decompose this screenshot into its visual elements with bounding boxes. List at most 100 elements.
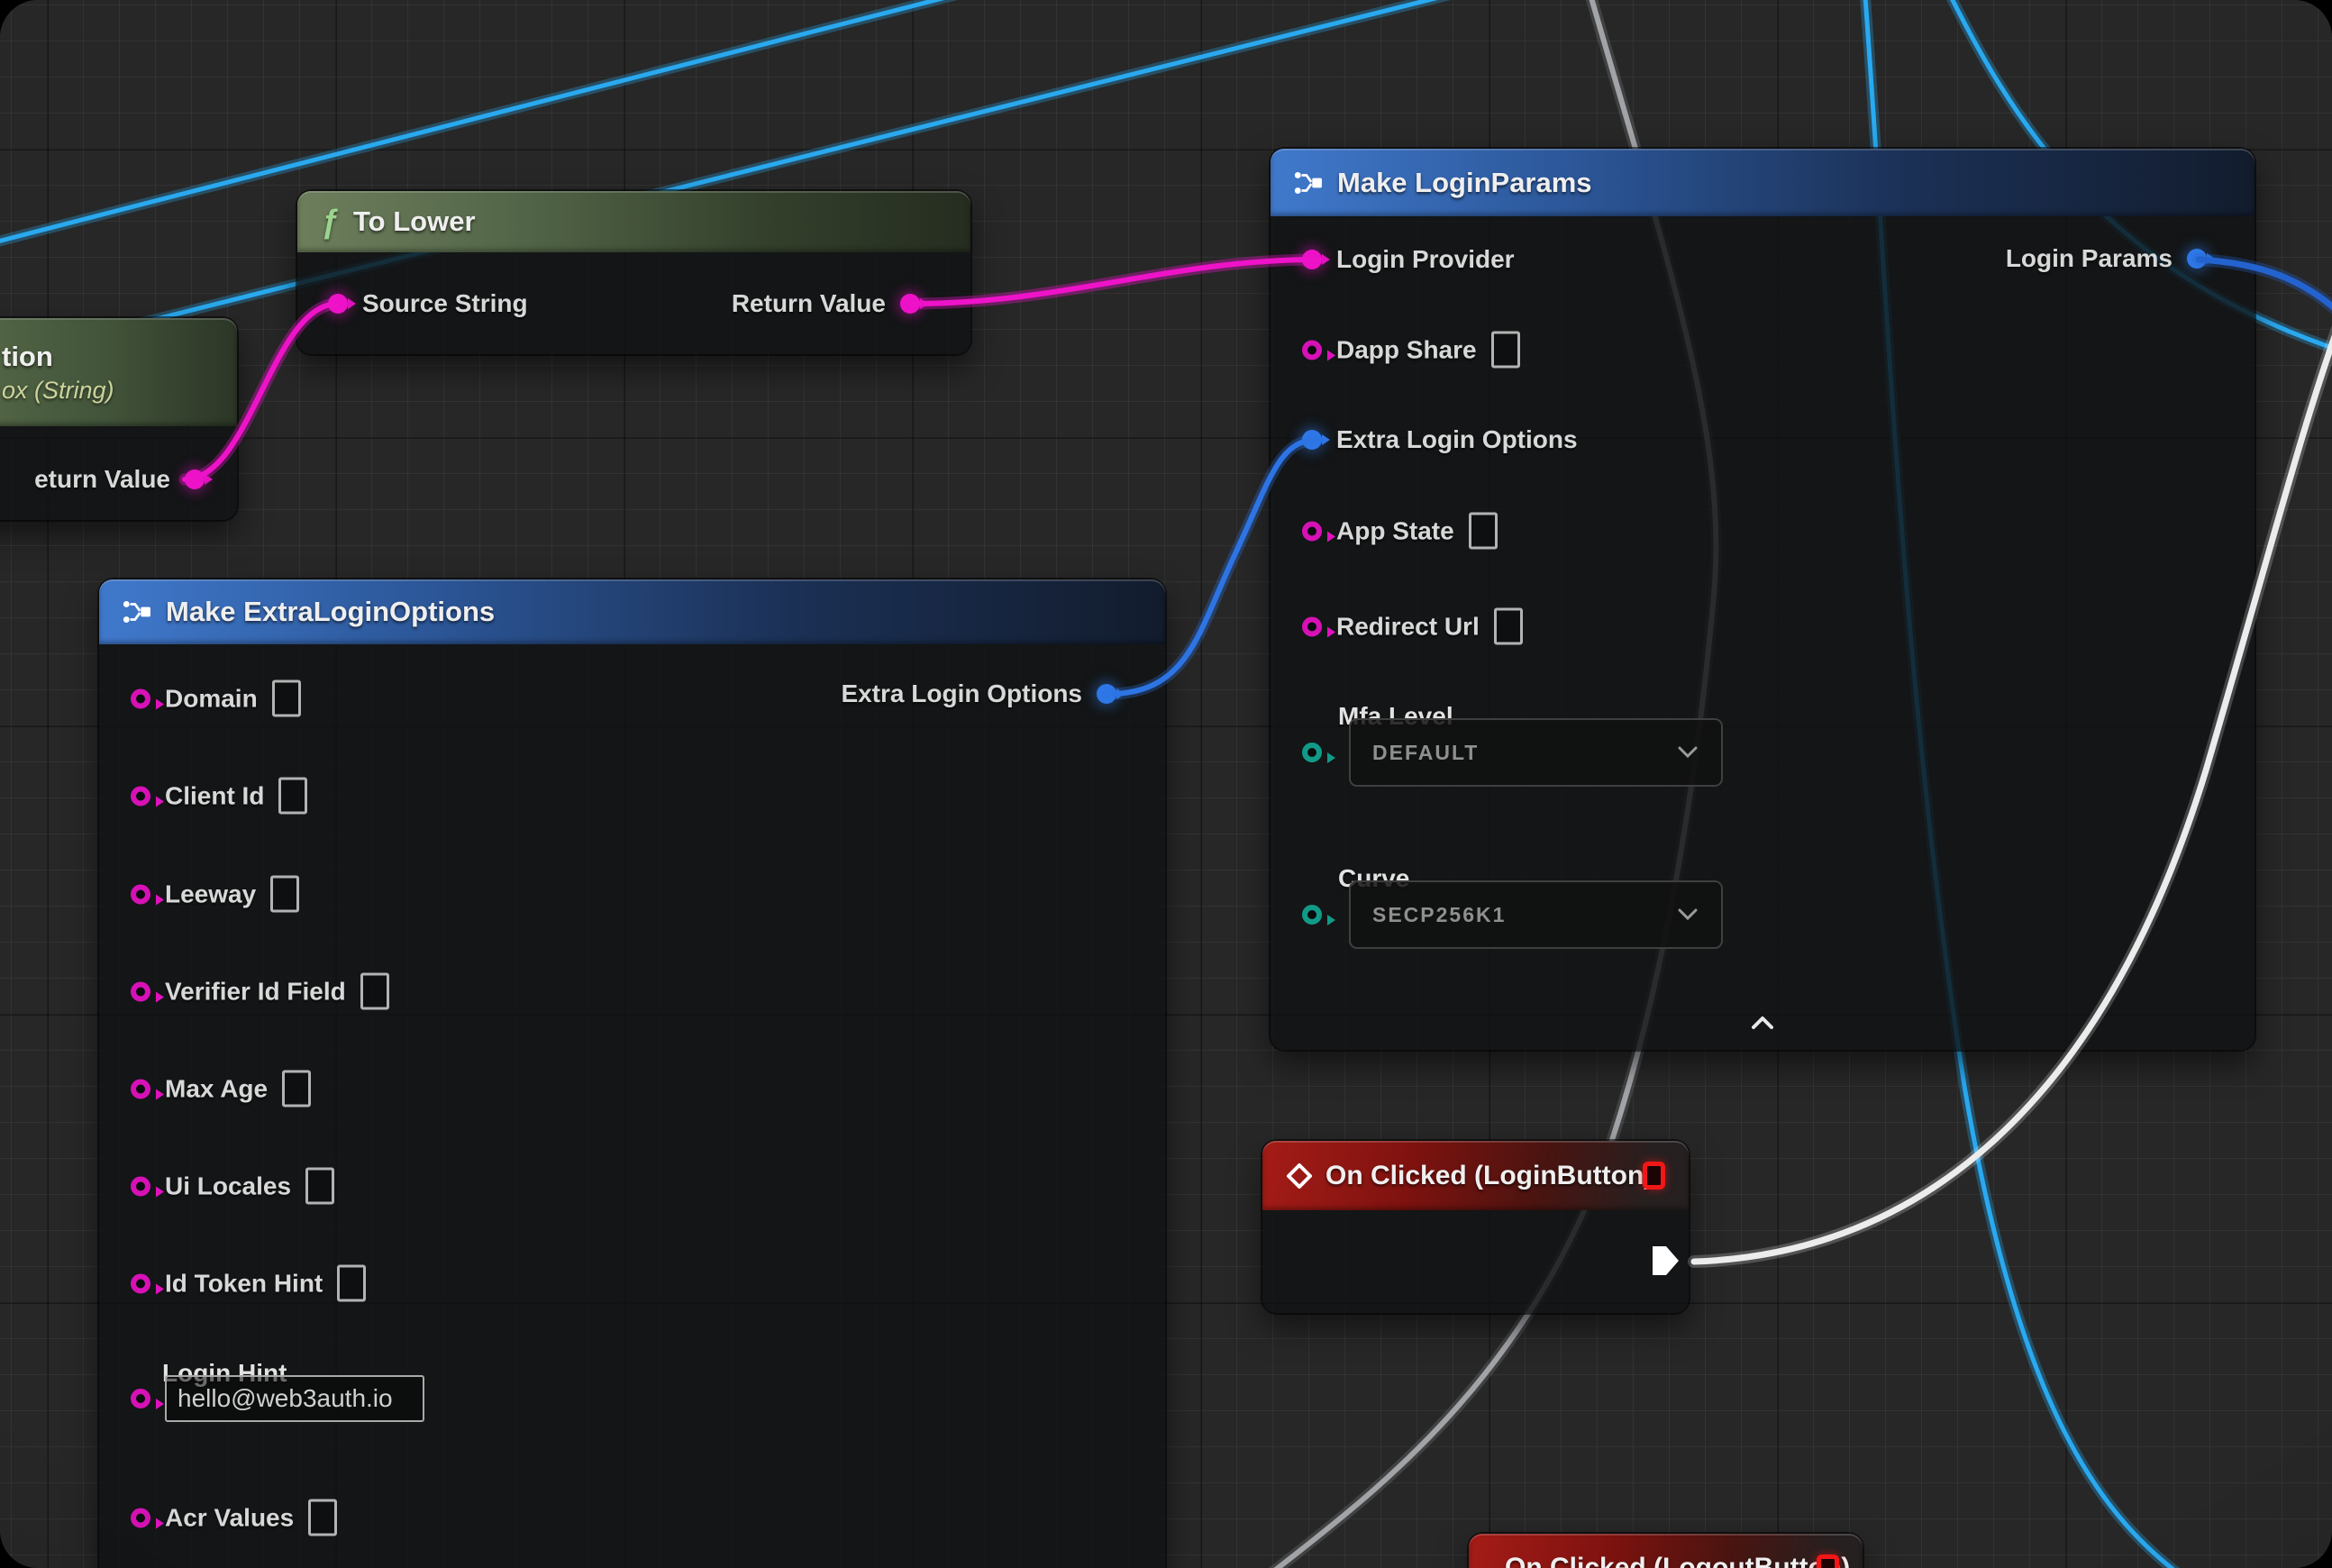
node-title: tion [2, 341, 53, 373]
input-row-source-string: Source String [328, 289, 528, 318]
mfa-level-dropdown-value: DEFAULT [1372, 741, 1479, 765]
pin-row-curve: SECP256K1 [1302, 880, 1723, 949]
leeway-checkbox[interactable] [270, 876, 299, 913]
verifier-id-field-pin[interactable] [131, 981, 150, 1001]
pin-row-domain: Domain [131, 680, 301, 717]
make-struct-icon [123, 598, 151, 625]
bind-red-square-icon[interactable] [1643, 1162, 1665, 1190]
node-to-lower[interactable]: ƒ To Lower Source String Return Value [297, 191, 970, 354]
source-string-pin[interactable] [328, 294, 348, 314]
node-header[interactable]: Make LoginParams [1271, 149, 2255, 216]
node-header[interactable]: ƒ To Lower [297, 191, 970, 252]
pin-row-dapp-share: Dapp Share [1302, 332, 1520, 369]
output-row-login-params: Login Params [2006, 244, 2207, 273]
pin-row-client-id: Client Id [131, 778, 307, 815]
dapp-share-label: Dapp Share [1336, 335, 1477, 364]
node-on-clicked-login-button[interactable]: On Clicked (LoginButton) [1262, 1141, 1689, 1313]
domain-label: Domain [165, 684, 258, 713]
max-age-label: Max Age [165, 1074, 268, 1103]
return-value-label: Return Value [732, 289, 886, 318]
id-token-hint-checkbox[interactable] [337, 1265, 366, 1302]
id-token-hint-label: Id Token Hint [165, 1269, 323, 1298]
app-state-label: App State [1336, 516, 1454, 545]
node-on-clicked-logout-button[interactable]: On Clicked (LogoutButton) [1469, 1534, 1863, 1568]
exec-output-pin[interactable] [1653, 1245, 1680, 1276]
extra-login-options-output-label: Extra Login Options [841, 679, 1082, 708]
login-hint-pin[interactable] [131, 1389, 150, 1408]
mfa-level-dropdown[interactable]: DEFAULT [1349, 718, 1723, 787]
node-header[interactable]: tion ox (String) [0, 318, 237, 426]
leeway-pin[interactable] [131, 884, 150, 904]
app-state-checkbox[interactable] [1469, 513, 1498, 550]
extra-login-options-label: Extra Login Options [1336, 425, 1578, 454]
pin-row-ui-locales: Ui Locales [131, 1168, 334, 1205]
pin-row-login-hint [131, 1375, 424, 1422]
pin-row-leeway: Leeway [131, 876, 299, 913]
return-value-pin[interactable] [185, 469, 205, 489]
domain-checkbox[interactable] [272, 680, 301, 717]
node-title: Make LoginParams [1337, 167, 1592, 199]
pin-row-login-provider: Login Provider [1302, 245, 1515, 274]
node-make-extra-login-options[interactable]: Make ExtraLoginOptions Extra Login Optio… [99, 579, 1165, 1568]
node-header[interactable]: Make ExtraLoginOptions [99, 579, 1165, 644]
output-row-extra-login-options: Extra Login Options [841, 679, 1116, 708]
source-string-label: Source String [362, 289, 528, 318]
client-id-checkbox[interactable] [278, 778, 307, 815]
pin-row-verifier-id-field: Verifier Id Field [131, 973, 389, 1010]
login-params-output-pin[interactable] [2187, 249, 2207, 269]
ui-locales-label: Ui Locales [165, 1171, 291, 1200]
redirect-url-label: Redirect Url [1336, 612, 1480, 641]
node-header[interactable]: On Clicked (LoginButton) [1262, 1141, 1689, 1210]
redirect-url-checkbox[interactable] [1494, 608, 1523, 645]
dapp-share-checkbox[interactable] [1491, 332, 1520, 369]
ui-locales-pin[interactable] [131, 1176, 150, 1196]
pin-row-max-age: Max Age [131, 1071, 311, 1108]
redirect-url-pin[interactable] [1302, 616, 1322, 636]
dapp-share-pin[interactable] [1302, 340, 1322, 360]
return-value-label: eturn Value [34, 465, 170, 494]
chevron-down-icon [1678, 746, 1698, 759]
curve-dropdown-value: SECP256K1 [1372, 903, 1506, 927]
pin-row-acr-values: Acr Values [131, 1500, 337, 1536]
function-icon: ƒ [321, 205, 339, 238]
pin-row-app-state: App State [1302, 513, 1498, 550]
blueprint-editor: tion ox (String) eturn Value ƒ To Lower … [0, 0, 2332, 1568]
collapse-node-chevron-icon[interactable] [1752, 1016, 1773, 1030]
chevron-down-icon [1678, 908, 1698, 921]
login-hint-input[interactable] [165, 1375, 424, 1422]
leeway-label: Leeway [165, 880, 256, 908]
pin-row-mfa-level: DEFAULT [1302, 718, 1723, 787]
extra-login-options-output-pin[interactable] [1097, 684, 1116, 704]
ui-locales-checkbox[interactable] [305, 1168, 334, 1205]
mfa-level-pin[interactable] [1302, 743, 1322, 762]
output-row-return-value: Return Value [732, 289, 920, 318]
login-provider-pin[interactable] [1302, 250, 1322, 269]
verifier-id-field-label: Verifier Id Field [165, 977, 346, 1006]
curve-dropdown[interactable]: SECP256K1 [1349, 880, 1723, 949]
return-value-pin[interactable] [900, 294, 920, 314]
node-title: Make ExtraLoginOptions [166, 596, 495, 628]
node-title: On Clicked (LoginButton) [1325, 1161, 1653, 1191]
curve-pin[interactable] [1302, 905, 1322, 925]
pin-row-id-token-hint: Id Token Hint [131, 1265, 366, 1302]
app-state-pin[interactable] [1302, 521, 1322, 541]
extra-login-options-pin[interactable] [1302, 430, 1322, 450]
client-id-label: Client Id [165, 781, 264, 810]
acr-values-pin[interactable] [131, 1508, 150, 1527]
event-icon [1286, 1162, 1313, 1190]
client-id-pin[interactable] [131, 786, 150, 806]
node-header[interactable]: On Clicked (LogoutButton) [1469, 1534, 1863, 1568]
node-callback-partial[interactable]: tion ox (String) eturn Value [0, 318, 237, 520]
bind-red-square-icon[interactable] [1817, 1554, 1839, 1568]
max-age-checkbox[interactable] [282, 1071, 311, 1108]
domain-pin[interactable] [131, 688, 150, 708]
max-age-pin[interactable] [131, 1079, 150, 1099]
login-params-output-label: Login Params [2006, 244, 2173, 273]
graph-canvas[interactable]: tion ox (String) eturn Value ƒ To Lower … [0, 0, 2332, 1568]
id-token-hint-pin[interactable] [131, 1273, 150, 1293]
node-make-login-params[interactable]: Make LoginParams Login Params Login Prov… [1271, 149, 2255, 1050]
acr-values-checkbox[interactable] [308, 1500, 337, 1536]
verifier-id-field-checkbox[interactable] [360, 973, 389, 1010]
pin-row-extra-login-options: Extra Login Options [1302, 425, 1578, 454]
node-title: On Clicked (LogoutButton) [1505, 1553, 1850, 1568]
